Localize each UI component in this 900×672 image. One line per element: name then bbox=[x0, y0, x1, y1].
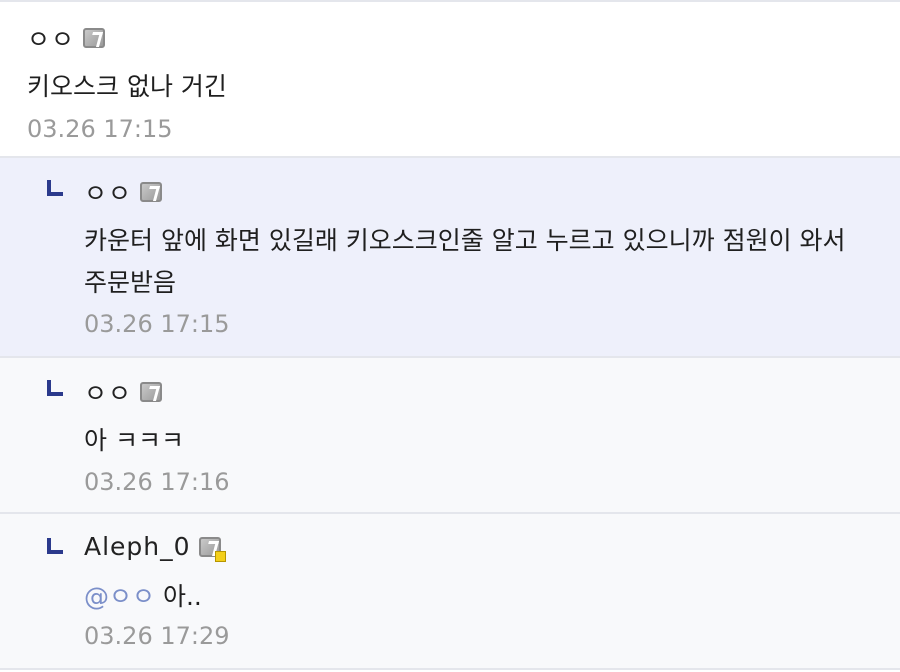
comment-header: ㅇㅇ bbox=[27, 20, 106, 56]
comment-text: 아 ㅋㅋㅋ bbox=[84, 426, 184, 455]
comment-item: ㅇㅇ 키오스크 없나 거긴 03.26 17:15 bbox=[0, 0, 900, 158]
reply-item: Aleph_0 @ㅇㅇ 아.. 03.26 17:29 bbox=[0, 514, 900, 670]
comment-date: 03.26 17:15 bbox=[84, 310, 230, 338]
comment-header: Aleph_0 bbox=[84, 532, 226, 562]
comment-date: 03.26 17:16 bbox=[84, 468, 230, 496]
comment-nickname[interactable]: ㅇㅇ bbox=[84, 374, 132, 410]
gonik-badge-icon bbox=[140, 382, 163, 402]
comment-header: ㅇㅇ bbox=[84, 374, 163, 410]
fixed-nick-badge-icon bbox=[198, 536, 226, 562]
comment-text: @ㅇㅇ 아.. bbox=[84, 576, 202, 618]
reply-item: ㅇㅇ 아 ㅋㅋㅋ 03.26 17:16 bbox=[0, 358, 900, 514]
comment-text-body: 아.. bbox=[162, 582, 202, 611]
comment-date: 03.26 17:15 bbox=[27, 115, 173, 143]
comment-text: 키오스크 없나 거긴 bbox=[27, 72, 227, 101]
comment-nickname[interactable]: ㅇㅇ bbox=[27, 20, 75, 56]
reply-item: ㅇㅇ 카운터 앞에 화면 있길래 키오스크인줄 알고 누르고 있으니까 점원이 … bbox=[0, 158, 900, 358]
comment-header: ㅇㅇ bbox=[84, 174, 163, 210]
reply-arrow-icon bbox=[47, 538, 63, 554]
comment-date: 03.26 17:29 bbox=[84, 622, 230, 650]
reply-arrow-icon bbox=[47, 180, 63, 196]
comment-nickname[interactable]: Aleph_0 bbox=[84, 532, 191, 561]
comment-list: ㅇㅇ 키오스크 없나 거긴 03.26 17:15 ㅇㅇ 카운터 앞에 화면 있… bbox=[0, 0, 900, 670]
reply-arrow-icon bbox=[47, 380, 63, 396]
comment-text: 카운터 앞에 화면 있길래 키오스크인줄 알고 누르고 있으니까 점원이 와서 … bbox=[84, 226, 846, 297]
comment-nickname[interactable]: ㅇㅇ bbox=[84, 174, 132, 210]
gonik-badge-icon bbox=[140, 182, 163, 202]
mention-link[interactable]: @ㅇㅇ bbox=[84, 582, 155, 611]
gonik-badge-icon bbox=[83, 28, 106, 48]
